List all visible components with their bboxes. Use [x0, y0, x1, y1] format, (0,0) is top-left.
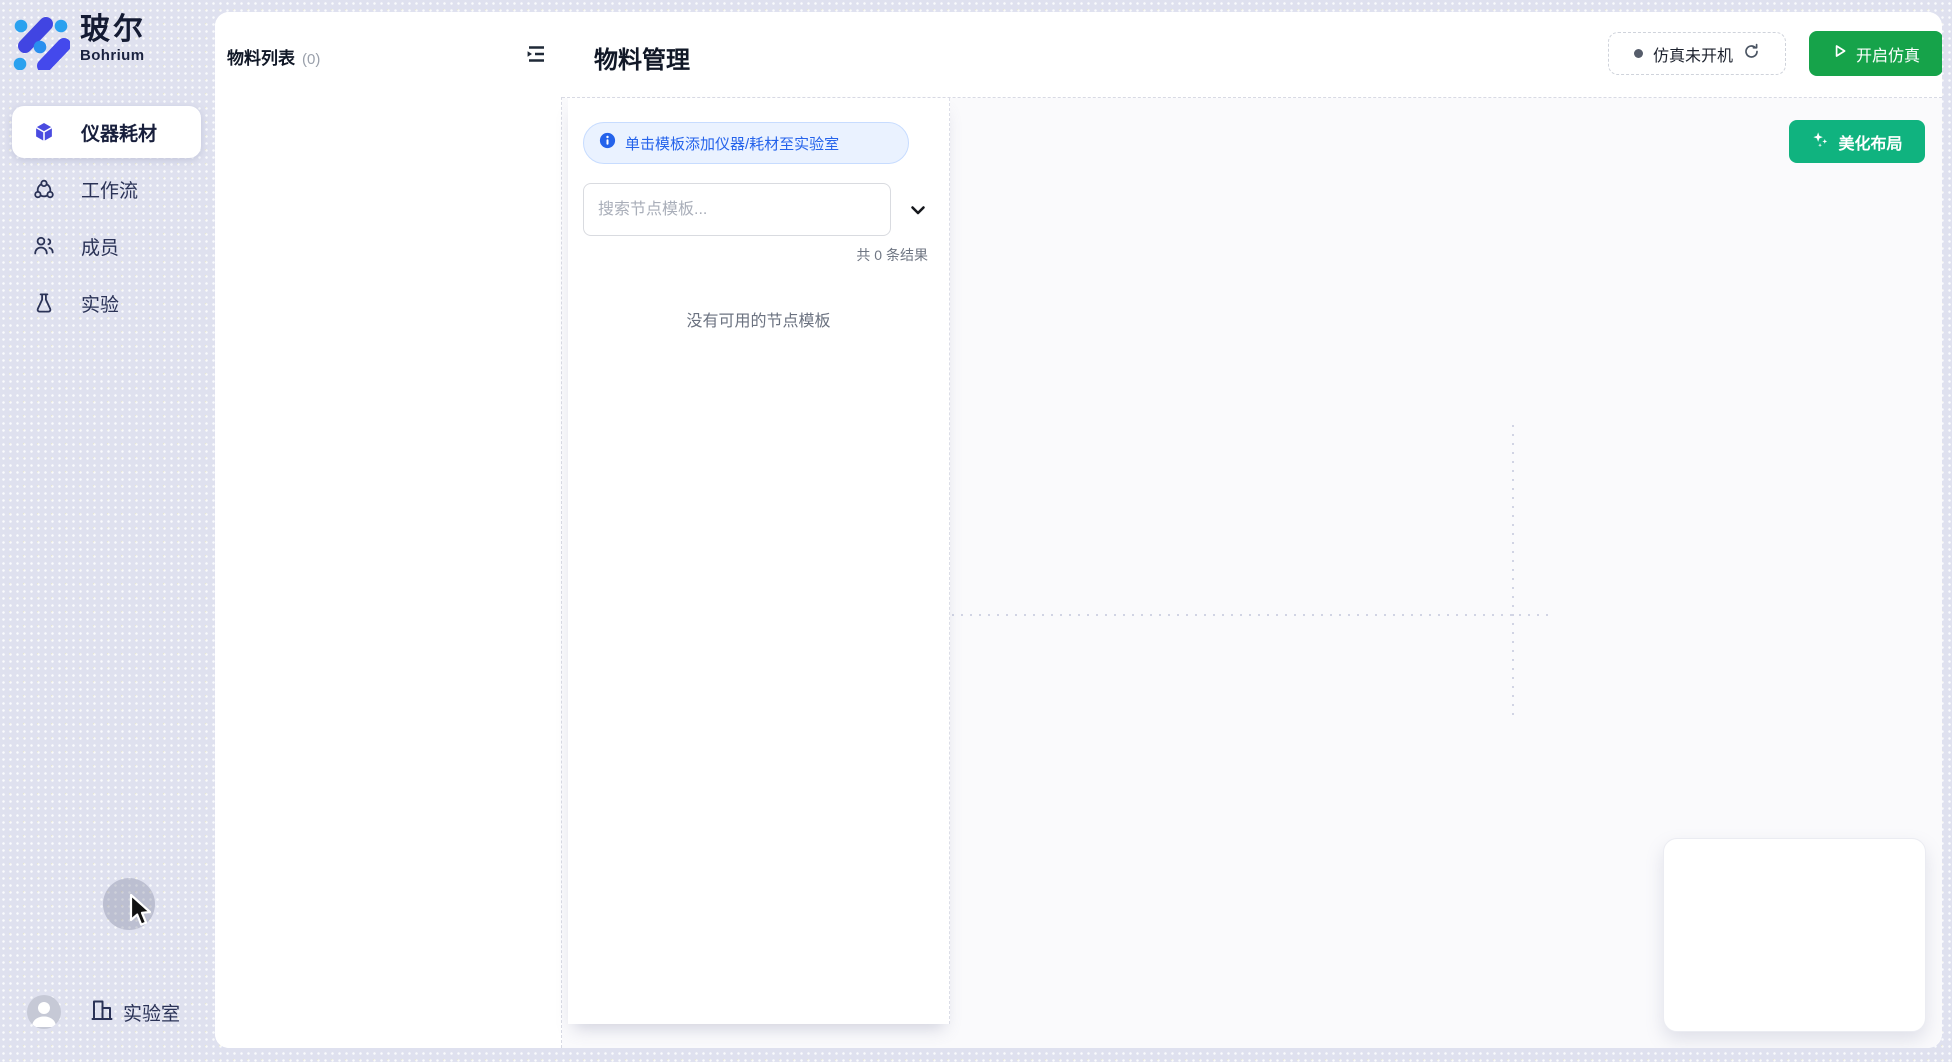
brand-name: 玻尔 — [80, 13, 146, 47]
start-simulation-label: 开启仿真 — [1856, 42, 1920, 66]
sidebar-item-lab[interactable]: 实验室 — [90, 997, 180, 1028]
simulation-status-pill[interactable]: 仿真未开机 — [1608, 32, 1786, 75]
content-header: 物料管理 仿真未开机 开启仿真 — [561, 12, 1942, 97]
canvas-guide-line-vertical — [1512, 425, 1514, 721]
sidebar-item-instruments[interactable]: 仪器耗材 — [12, 106, 201, 158]
sparkles-icon — [1811, 130, 1830, 154]
user-avatar[interactable] — [27, 995, 61, 1029]
info-icon — [599, 132, 616, 154]
template-hint-banner: 单击模板添加仪器/耗材至实验室 — [583, 122, 909, 164]
sidebar-footer: 实验室 — [0, 993, 214, 1033]
materials-list-panel: 物料列表 (0) — [215, 12, 561, 1048]
template-hint-text: 单击模板添加仪器/耗材至实验室 — [625, 133, 839, 154]
empty-templates-message: 没有可用的节点模板 — [583, 307, 934, 331]
results-count: 共 0 条结果 — [583, 245, 934, 265]
materials-list-count: (0) — [302, 51, 320, 68]
materials-list-header: 物料列表 (0) — [227, 44, 320, 69]
lab-label: 实验室 — [123, 999, 180, 1026]
simulation-status-text: 仿真未开机 — [1653, 42, 1733, 66]
status-dot-icon — [1634, 49, 1643, 58]
mouse-cursor — [127, 893, 155, 934]
play-icon — [1832, 43, 1848, 64]
refresh-icon[interactable] — [1743, 43, 1760, 65]
beautify-layout-label: 美化布局 — [1838, 130, 1902, 154]
bohrium-logo-icon — [13, 13, 70, 75]
members-icon — [33, 235, 55, 257]
sidebar-item-members[interactable]: 成员 — [12, 220, 201, 272]
sidebar-item-label: 实验 — [81, 290, 119, 317]
avatar-person-icon — [27, 995, 61, 1029]
template-panel: 单击模板添加仪器/耗材至实验室 共 0 条结果 没有可用的节点模板 — [568, 98, 950, 1024]
page-title: 物料管理 — [594, 40, 690, 75]
start-simulation-button[interactable]: 开启仿真 — [1809, 31, 1942, 76]
minimap-panel[interactable] — [1663, 838, 1926, 1032]
beautify-layout-button[interactable]: 美化布局 — [1789, 120, 1925, 163]
template-search-input[interactable] — [583, 183, 891, 236]
main-card: 物料列表 (0) 物料管理 仿真未开机 — [215, 12, 1942, 1048]
canvas-guide-line-horizontal — [952, 614, 1549, 616]
sidebar-item-label: 仪器耗材 — [81, 119, 157, 146]
workflow-icon — [33, 178, 55, 200]
brand-logo: 玻尔 Bohrium — [13, 13, 146, 75]
chevron-down-icon[interactable] — [907, 199, 929, 221]
brand-subtitle: Bohrium — [80, 47, 146, 65]
cube-icon — [33, 121, 55, 143]
sidebar-item-label: 成员 — [81, 233, 119, 260]
sidebar-item-experiments[interactable]: 实验 — [12, 277, 201, 329]
flask-icon — [33, 292, 55, 314]
collapse-panel-icon[interactable] — [525, 44, 547, 64]
sidebar: 玻尔 Bohrium 仪器耗材 工作流 — [0, 0, 214, 1062]
sidebar-item-label: 工作流 — [81, 176, 138, 203]
building-icon — [90, 997, 114, 1028]
materials-list-title: 物料列表 — [227, 44, 295, 69]
sidebar-item-workflow[interactable]: 工作流 — [12, 163, 201, 215]
